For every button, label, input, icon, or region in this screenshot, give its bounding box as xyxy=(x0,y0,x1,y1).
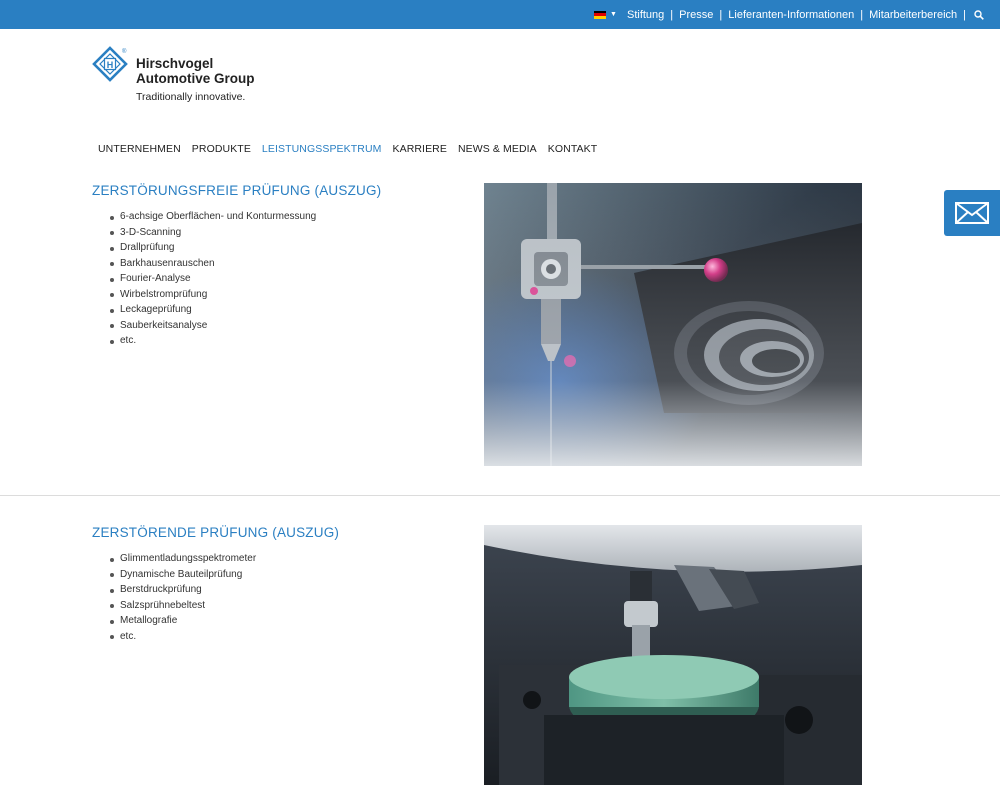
logo-mark-letter: H xyxy=(107,60,114,70)
main-navigation: UNTERNEHMEN PRODUKTE LEISTUNGSSPEKTRUM K… xyxy=(98,143,597,155)
list-item: Drallprüfung xyxy=(108,240,316,256)
separator: | xyxy=(719,8,723,21)
link-mitarbeiterbereich[interactable]: Mitarbeiterbereich xyxy=(869,9,957,21)
link-stiftung[interactable]: Stiftung xyxy=(627,9,664,21)
german-flag-icon[interactable] xyxy=(594,10,607,19)
list-item: Metallografie xyxy=(108,613,256,629)
nav-news-media[interactable]: NEWS & MEDIA xyxy=(458,143,537,155)
list-item: Wirbelstromprüfung xyxy=(108,287,316,303)
list-item: Leckageprüfung xyxy=(108,302,316,318)
logo-line-2: Automotive Group xyxy=(136,71,255,86)
section-title-non-destructive: ZERSTÖRUNGSFREIE PRÜFUNG (AUSZUG) xyxy=(92,183,382,198)
list-item: Dynamische Bauteilprüfung xyxy=(108,567,256,583)
logo-tagline: Traditionally innovative. xyxy=(136,91,246,103)
photo-measuring-probe xyxy=(484,183,862,466)
link-presse[interactable]: Presse xyxy=(679,9,713,21)
separator: | xyxy=(860,8,864,21)
list-item: Sauberkeitsanalyse xyxy=(108,318,316,334)
envelope-icon xyxy=(955,202,989,224)
language-caret-icon[interactable]: ▼ xyxy=(610,11,617,18)
list-item: Glimmentladungsspektrometer xyxy=(108,551,256,567)
separator: | xyxy=(670,8,674,21)
search-icon[interactable] xyxy=(974,9,984,20)
list-item: 6-achsige Oberflächen- und Konturmessung xyxy=(108,209,316,225)
section-divider xyxy=(0,495,1000,496)
link-lieferanten[interactable]: Lieferanten-Informationen xyxy=(728,9,854,21)
top-utility-bar: ▼ Stiftung | Presse | Lieferanten-Inform… xyxy=(0,0,1000,29)
contact-mail-button[interactable] xyxy=(944,190,1000,236)
company-logo[interactable]: H ® Hirschvogel Automotive Group Traditi… xyxy=(92,46,272,106)
list-item: Salzsprühnebeltest xyxy=(108,598,256,614)
list-item: 3-D-Scanning xyxy=(108,225,316,241)
list-item: etc. xyxy=(108,333,316,349)
list-item: Berstdruckprüfung xyxy=(108,582,256,598)
separator: | xyxy=(963,8,966,21)
nav-karriere[interactable]: KARRIERE xyxy=(392,143,446,155)
registered-mark: ® xyxy=(122,48,127,55)
photo-hardness-tester xyxy=(484,525,862,785)
nav-unternehmen[interactable]: UNTERNEHMEN xyxy=(98,143,181,155)
nav-leistungsspektrum[interactable]: LEISTUNGSSPEKTRUM xyxy=(262,143,382,155)
list-item: Fourier-Analyse xyxy=(108,271,316,287)
section-title-destructive: ZERSTÖRENDE PRÜFUNG (AUSZUG) xyxy=(92,525,340,540)
nav-produkte[interactable]: PRODUKTE xyxy=(192,143,251,155)
list-item: Barkhausenrauschen xyxy=(108,256,316,272)
list-non-destructive: 6-achsige Oberflächen- und Konturmessung… xyxy=(108,209,316,349)
list-destructive: Glimmentladungsspektrometer Dynamische B… xyxy=(108,551,256,644)
list-item: etc. xyxy=(108,629,256,645)
utility-links: ▼ Stiftung | Presse | Lieferanten-Inform… xyxy=(594,0,984,29)
logo-line-1: Hirschvogel xyxy=(136,56,214,71)
nav-kontakt[interactable]: KONTAKT xyxy=(548,143,598,155)
hirschvogel-logo-icon: H ® xyxy=(92,46,128,82)
